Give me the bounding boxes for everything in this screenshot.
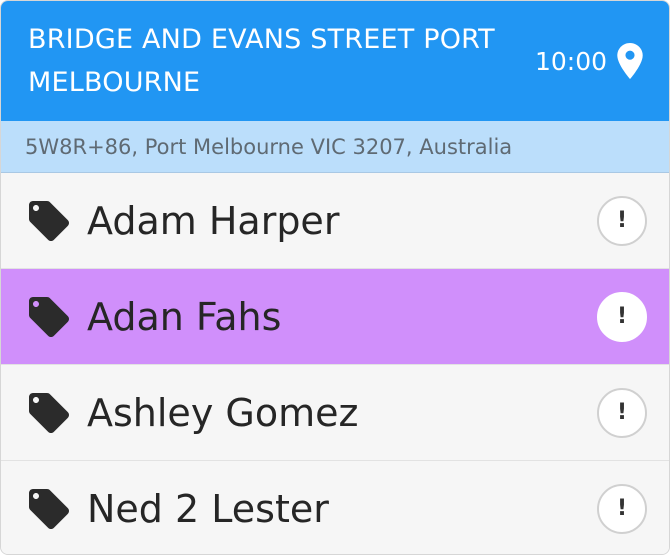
list-item[interactable]: Adam Harper ! [1,173,669,269]
people-list: Adam Harper ! Adan Fahs ! Ashley Gomez ! [1,173,669,554]
map-pin-icon[interactable] [617,43,643,79]
header-right: 10:00 [535,43,643,79]
tag-icon [25,293,73,341]
person-name: Adam Harper [87,198,340,243]
list-item[interactable]: Adan Fahs ! [1,269,669,365]
address-bar: 5W8R+86, Port Melbourne VIC 3207, Austra… [1,121,669,173]
time-label: 10:00 [534,46,607,76]
person-name: Ashley Gomez [87,390,359,435]
list-item[interactable]: Ashley Gomez ! [1,365,669,461]
location-title: BRIDGE AND EVANS STREET PORT MELBOURNE [28,24,495,98]
alert-button[interactable]: ! [597,483,647,534]
person-name: Adan Fahs [87,294,282,339]
tag-icon [25,389,73,437]
alert-button[interactable]: ! [597,291,647,342]
tag-icon [25,485,73,533]
location-card: BRIDGE AND EVANS STREET PORT MELBOURNE 1… [0,0,670,555]
tag-icon [25,197,73,245]
location-header: BRIDGE AND EVANS STREET PORT MELBOURNE 1… [1,1,669,121]
alert-button[interactable]: ! [597,195,647,246]
alert-button[interactable]: ! [597,387,647,438]
list-item[interactable]: Ned 2 Lester ! [1,461,669,554]
person-name: Ned 2 Lester [87,486,329,531]
